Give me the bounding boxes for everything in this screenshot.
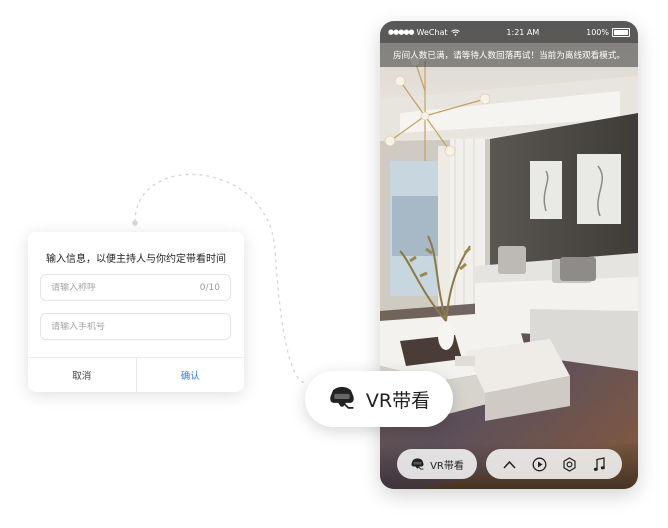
vr-guide-button[interactable]: VR带看 xyxy=(305,371,453,427)
signal-dots-icon: ●●●●● xyxy=(388,28,415,36)
vr-guide-small-button[interactable]: VR带看 xyxy=(397,449,477,479)
name-input[interactable] xyxy=(51,282,181,293)
dialog-footer: 取消 确认 xyxy=(28,357,244,392)
cancel-button[interactable]: 取消 xyxy=(28,358,137,392)
appointment-dialog: 输入信息，以便主持人与你约定带看时间 0/10 取消 确认 xyxy=(28,232,244,392)
name-char-counter: 0/10 xyxy=(199,282,220,293)
vr-guide-small-label: VR带看 xyxy=(430,460,464,472)
wifi-icon xyxy=(450,29,460,36)
confirm-button[interactable]: 确认 xyxy=(137,358,245,392)
settings-icon[interactable] xyxy=(560,455,578,473)
vr-guide-label: VR带看 xyxy=(365,389,431,412)
name-field[interactable]: 0/10 xyxy=(40,274,231,301)
chevron-up-icon[interactable] xyxy=(500,455,518,473)
vr-headset-icon xyxy=(411,457,424,470)
dialog-title: 输入信息，以便主持人与你约定带看时间 xyxy=(46,254,226,265)
battery-percent: 100% xyxy=(586,27,609,37)
battery-icon xyxy=(612,27,630,37)
phone-status-bar: ●●●●● WeChat 1:21 AM 100% xyxy=(380,21,638,43)
music-icon[interactable] xyxy=(590,455,608,473)
player-controls xyxy=(486,449,622,479)
phone-field[interactable] xyxy=(40,313,231,340)
vr-headset-icon xyxy=(330,386,354,409)
status-time: 1:21 AM xyxy=(506,27,540,37)
play-icon[interactable] xyxy=(530,455,548,473)
phone-input[interactable] xyxy=(51,321,181,332)
room-full-notice: 房间人数已满，请等待人数回落再试！当前为离线观看模式。 xyxy=(380,43,638,67)
carrier-name: WeChat xyxy=(416,27,448,37)
